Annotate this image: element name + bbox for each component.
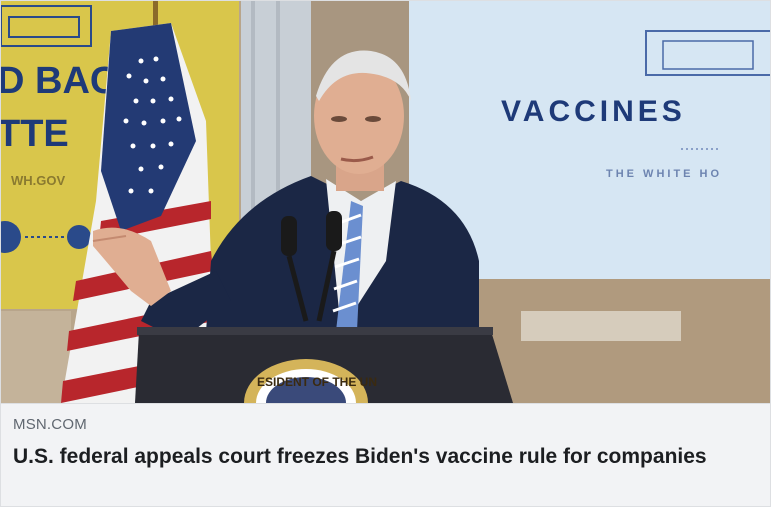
article-image[interactable]: D BACK TTE WH.GOV VACCINES THE WHITE HO … — [1, 1, 770, 403]
photo-illustration: D BACK TTE WH.GOV VACCINES THE WHITE HO … — [1, 1, 770, 403]
link-preview-card[interactable]: D BACK TTE WH.GOV VACCINES THE WHITE HO … — [0, 0, 771, 507]
banner-line-2: TTE — [1, 113, 69, 155]
seal-text: ESIDENT OF THE UN — [257, 375, 377, 389]
screen-subtitle: THE WHITE HO — [606, 168, 722, 180]
screen-title: VACCINES — [501, 95, 686, 128]
article-headline[interactable]: U.S. federal appeals court freezes Biden… — [13, 442, 753, 472]
source-domain: MSN.COM — [13, 416, 87, 433]
link-preview-footer[interactable]: MSN.COM U.S. federal appeals court freez… — [1, 403, 770, 506]
banner-line-3: WH.GOV — [11, 173, 65, 188]
podium: ESIDENT OF THE UN — [135, 327, 513, 403]
